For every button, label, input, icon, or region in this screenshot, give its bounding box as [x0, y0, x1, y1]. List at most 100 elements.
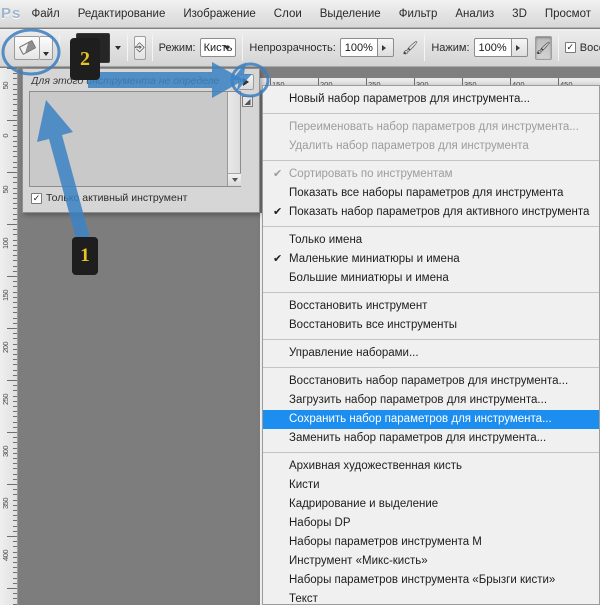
context-menu-item-label: Восстановить инструмент — [289, 300, 428, 312]
ruler-tick — [13, 239, 17, 241]
menu-separator — [263, 160, 599, 161]
context-menu-item-label: Показать все наборы параметров для инстр… — [289, 187, 564, 199]
restore-checkbox[interactable]: ✓ — [564, 42, 576, 53]
ruler-tick — [13, 520, 17, 522]
context-menu-item[interactable]: Текст — [263, 590, 599, 605]
menu-separator — [263, 226, 599, 227]
menu-bar: Ps Файл Редактирование Изображение Слои … — [0, 0, 600, 28]
context-menu-item[interactable]: ✔ Маленькие миниатюры и имена — [263, 250, 599, 269]
divider — [424, 34, 426, 61]
context-menu-item[interactable]: Загрузить набор параметров для инструмен… — [263, 391, 599, 410]
check-icon: ✔ — [273, 168, 283, 180]
current-tool-only-checkbox[interactable]: ✓ — [31, 192, 42, 204]
menu-item-select[interactable]: Выделение — [311, 4, 390, 24]
ruler-tick — [13, 192, 17, 194]
menu-item-image[interactable]: Изображение — [174, 4, 264, 24]
ruler-label: 50 — [1, 186, 10, 194]
context-menu-item[interactable]: Управление наборами... — [263, 344, 599, 363]
context-menu-item[interactable]: Кисти — [263, 476, 599, 495]
context-menu-item-label: Восстановить набор параметров для инстру… — [289, 375, 569, 387]
ruler-tick — [13, 281, 17, 283]
context-menu-item[interactable]: Восстановить набор параметров для инстру… — [263, 372, 599, 391]
context-menu-item[interactable]: Новый набор параметров для инструмента..… — [263, 90, 599, 109]
context-menu-item-label: Кадрирование и выделение — [289, 498, 439, 510]
ruler-tick — [13, 411, 17, 413]
menu-item-3d[interactable]: 3D — [503, 4, 536, 24]
menu-item-filter[interactable]: Фильтр — [390, 4, 447, 24]
context-menu-item[interactable]: Инструмент «Микс-кисть» — [263, 552, 599, 571]
ruler-label: 150 — [1, 290, 10, 302]
context-menu-item[interactable]: Наборы параметров инструмента M — [263, 533, 599, 552]
eraser-icon[interactable] — [14, 35, 40, 60]
ruler-tick — [13, 270, 17, 272]
context-menu-item[interactable]: Большие миниатюры и имена — [263, 269, 599, 288]
context-menu-item[interactable]: Архивная художественная кисть — [263, 457, 599, 476]
context-menu-item[interactable]: Сохранить набор параметров для инструмен… — [263, 410, 599, 429]
ruler-tick — [13, 78, 17, 80]
ruler-tick — [13, 510, 17, 511]
current-tool-only-label: Только активный инструмент — [46, 192, 188, 204]
tool-preset-scrollbar[interactable] — [227, 92, 241, 186]
context-menu-item[interactable]: Восстановить инструмент — [263, 297, 599, 316]
mode-select[interactable]: Кисть — [199, 38, 237, 57]
tablet-pressure-icon[interactable]: ⎆ — [134, 35, 146, 60]
opacity-input[interactable]: 100% — [339, 38, 378, 57]
menu-item-view[interactable]: Просмот — [536, 4, 600, 24]
ruler-tick — [13, 99, 17, 101]
pressure-size-icon[interactable]: 🖌 — [534, 35, 552, 60]
chevron-down-icon[interactable] — [115, 45, 121, 50]
context-menu-item[interactable]: Наборы DP — [263, 514, 599, 533]
menu-item-edit[interactable]: Редактирование — [69, 4, 175, 24]
vertical-ruler: 50 0 50 100 150 200 250 300 350 400 — [0, 68, 18, 605]
ruler-tick — [13, 250, 17, 251]
panel-menu-icon[interactable] — [238, 74, 254, 90]
ruler-tick — [13, 426, 17, 428]
chevron-down-icon — [231, 178, 238, 182]
ruler-tick — [13, 354, 17, 355]
ruler-label: 100 — [1, 238, 10, 250]
context-menu-item[interactable]: Наборы параметров инструмента «Брызги ки… — [263, 571, 599, 590]
ruler-tick — [13, 556, 17, 558]
ruler-tick — [7, 484, 17, 485]
context-menu-item-label: Инструмент «Микс-кисть» — [289, 555, 428, 567]
current-tool-only-checkbox-row[interactable]: ✓ Только активный инструмент — [31, 192, 187, 204]
ruler-tick — [13, 494, 17, 496]
flow-stepper[interactable] — [511, 38, 528, 57]
ruler-tick — [13, 343, 17, 345]
tool-preset-context-menu[interactable]: Новый набор параметров для инструмента..… — [262, 85, 600, 605]
menu-item-file[interactable]: Файл — [22, 4, 68, 24]
context-menu-item-label: Большие миниатюры и имена — [289, 272, 449, 284]
ruler-tick — [7, 224, 17, 225]
ruler-tick — [7, 432, 17, 433]
divider — [127, 34, 128, 61]
menu-item-analysis[interactable]: Анализ — [446, 4, 503, 24]
ruler-tick — [13, 218, 17, 220]
context-menu-item[interactable]: Показать все наборы параметров для инстр… — [263, 184, 599, 203]
tool-preset-picker-button[interactable] — [40, 35, 53, 60]
context-menu-item-label: Текст — [289, 593, 318, 605]
menu-item-layers[interactable]: Слои — [265, 4, 311, 24]
context-menu-item[interactable]: Восстановить все инструменты — [263, 316, 599, 335]
resize-corner-icon[interactable]: ◢ — [242, 96, 253, 107]
ruler-tick — [13, 489, 17, 491]
mode-label: Режим: — [158, 41, 196, 54]
context-menu-item-label: Новый набор параметров для инструмента..… — [289, 93, 531, 105]
tool-preset-list[interactable] — [29, 91, 241, 187]
flow-input[interactable]: 100% — [473, 38, 512, 57]
airbrush-icon[interactable]: 🖌 — [402, 40, 419, 56]
scroll-down-button[interactable] — [228, 173, 241, 186]
eraser-glyph — [18, 40, 36, 55]
context-menu-item[interactable]: Заменить набор параметров для инструмент… — [263, 429, 599, 448]
context-menu-item-label: Наборы DP — [289, 517, 351, 529]
context-menu-item[interactable]: Только имена — [263, 231, 599, 250]
ruler-tick — [13, 338, 17, 340]
opacity-stepper[interactable] — [377, 38, 394, 57]
ruler-tick — [7, 276, 17, 277]
ruler-tick — [13, 395, 17, 397]
ruler-tick — [13, 400, 17, 402]
context-menu-item[interactable]: Кадрирование и выделение — [263, 495, 599, 514]
ruler-tick — [13, 582, 17, 584]
context-menu-item[interactable]: ✔ Показать набор параметров для активного… — [263, 203, 599, 222]
context-menu-item-label: Переименовать набор параметров для инстр… — [289, 121, 579, 133]
ruler-tick — [13, 255, 17, 257]
